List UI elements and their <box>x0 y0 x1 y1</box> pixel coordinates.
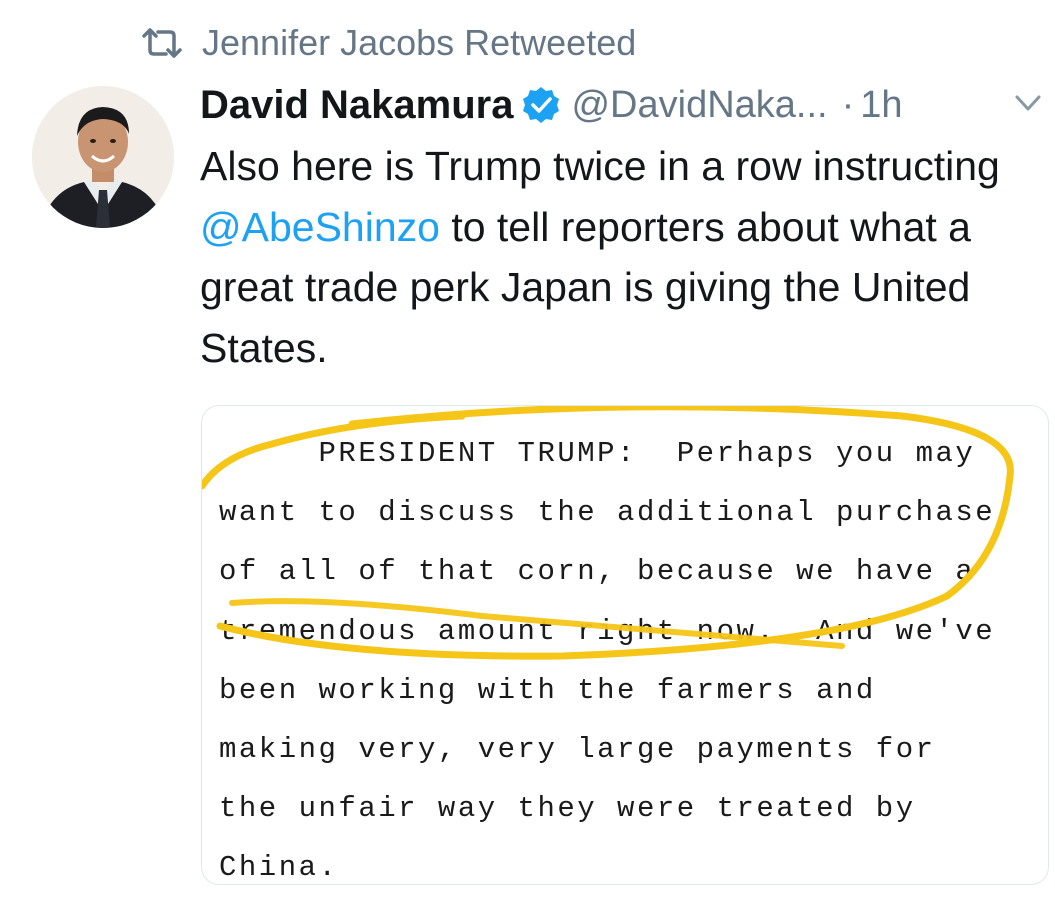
tweet-header: David Nakamura @DavidNaka... · 1h <box>200 78 1050 132</box>
mention-link[interactable]: @AbeShinzo <box>200 204 440 250</box>
separator-dot: · <box>841 83 855 126</box>
tweet-text: Also here is Trump twice in a row instru… <box>200 136 1040 378</box>
tweet-media-image[interactable]: PRESIDENT TRUMP: Perhaps you may want to … <box>201 405 1049 885</box>
retweet-icon <box>142 28 182 58</box>
tweet-text-part: Also here is Trump twice in a row instru… <box>200 143 1000 189</box>
transcript-line: the unfair way they were treated by <box>219 792 916 826</box>
display-name[interactable]: David Nakamura <box>200 83 513 128</box>
avatar-photo <box>32 86 174 228</box>
transcript-line: China. <box>219 851 339 885</box>
transcript-line: of all of that corn, because we have a <box>219 555 976 589</box>
transcript-line: PRESIDENT TRUMP: Perhaps you may <box>219 437 976 470</box>
transcript-line: tremendous amount right now. And we've <box>219 614 996 648</box>
user-handle[interactable]: @DavidNaka... <box>571 84 827 127</box>
transcript-line: been working with the farmers and <box>219 673 876 707</box>
transcript-line: making very, very large payments for <box>219 732 936 766</box>
transcript-line: want to discuss the additional purchase <box>219 496 996 530</box>
transcript-text: PRESIDENT TRUMP: Perhaps you may want to … <box>219 424 996 885</box>
verified-badge-icon <box>523 87 560 123</box>
retweet-context[interactable]: Jennifer Jacobs Retweeted <box>140 20 636 66</box>
avatar[interactable] <box>32 86 174 228</box>
retweet-label: Jennifer Jacobs Retweeted <box>202 22 637 63</box>
tweet-timestamp[interactable]: 1h <box>860 84 902 127</box>
chevron-down-icon[interactable] <box>1014 92 1042 114</box>
